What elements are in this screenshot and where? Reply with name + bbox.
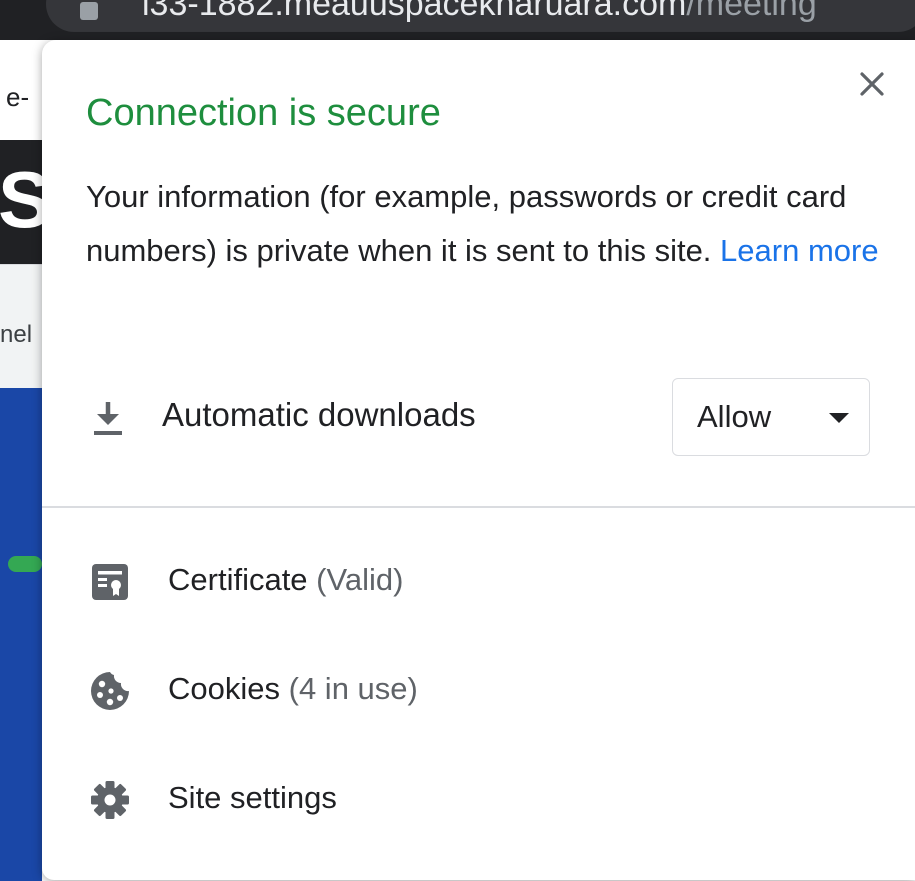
cookies-label: Cookies (4 in use) (168, 671, 418, 707)
connection-status-title: Connection is secure (86, 92, 441, 134)
site-info-popup: Connection is secure Your information (f… (42, 40, 915, 880)
chevron-down-icon (829, 413, 849, 423)
url-host: l33-1882.meauuspaceknaruara.com (142, 0, 687, 23)
page-edge-nav-text: nel (0, 321, 33, 348)
site-info-icon[interactable] (80, 2, 98, 20)
url-path: /meeting (686, 0, 817, 23)
cookies-count: (4 in use) (288, 671, 418, 706)
learn-more-link[interactable]: Learn more (720, 233, 879, 268)
permission-select-value: Allow (697, 399, 772, 434)
cookies-label-text: Cookies (168, 671, 280, 706)
connection-description: Your information (for example, passwords… (86, 170, 886, 278)
page-edge-content (0, 388, 42, 881)
section-divider (42, 506, 915, 508)
page-edge-text: e- (6, 82, 30, 112)
download-icon (94, 402, 122, 435)
page-edge-nav: nel (0, 264, 42, 389)
browser-toolbar: l33-1882.meauuspaceknaruara.com/meeting (0, 0, 915, 40)
page-edge-banner: Sp (0, 140, 100, 264)
page-edge-header: e- (0, 40, 42, 140)
certificate-icon (92, 564, 128, 600)
site-settings-label: Site settings (168, 780, 337, 815)
permission-select[interactable]: Allow (672, 378, 870, 456)
cookies-item[interactable]: Cookies (4 in use) (42, 643, 915, 743)
permission-row-automatic-downloads: Automatic downloads Allow (86, 378, 872, 458)
close-button[interactable] (850, 62, 894, 106)
cookie-icon (91, 672, 129, 710)
gear-icon (91, 781, 129, 819)
certificate-label-text: Certificate (168, 562, 308, 597)
page-edge-status-pill (8, 556, 42, 572)
certificate-item[interactable]: Certificate (Valid) (42, 534, 915, 634)
address-bar[interactable]: l33-1882.meauuspaceknaruara.com/meeting (46, 0, 915, 32)
permission-label: Automatic downloads (162, 396, 476, 433)
certificate-status: (Valid) (316, 562, 404, 597)
close-icon (860, 72, 884, 96)
site-settings-item[interactable]: Site settings (42, 752, 915, 852)
certificate-label: Certificate (Valid) (168, 562, 403, 598)
